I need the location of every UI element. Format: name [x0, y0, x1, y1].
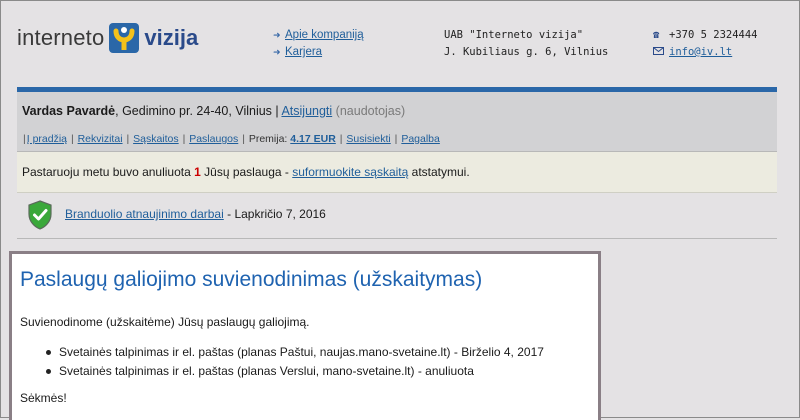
user-address: , Gedimino pr. 24-40, Vilnius | — [115, 104, 279, 118]
service-list: Svetainės talpinimas ir el. paštas (plan… — [46, 343, 544, 381]
contact-email: info@iv.lt — [653, 44, 758, 61]
menu-services[interactable]: Paslaugos — [189, 133, 238, 145]
message-intro: Suvienodinome (užskaitėme) Jūsų paslaugų… — [20, 315, 310, 329]
maintenance-link[interactable]: Branduolio atnaujinimo darbai — [65, 207, 224, 221]
message-box: Paslaugų galiojimo suvienodinimas (užska… — [9, 251, 601, 420]
arrow-right-icon: ➜ — [273, 30, 281, 40]
envelope-icon — [653, 44, 669, 61]
menu-contact[interactable]: Susisiekti — [346, 133, 390, 145]
list-item: Svetainės talpinimas ir el. paštas (plan… — [46, 362, 544, 381]
premium-value[interactable]: 4.17 EUR — [290, 133, 336, 145]
user-info: Vardas Pavardė, Gedimino pr. 24-40, Viln… — [22, 104, 405, 118]
menu-details[interactable]: Rekvizitai — [78, 133, 123, 145]
user-panel: Vardas Pavardė, Gedimino pr. 24-40, Viln… — [17, 92, 777, 152]
maintenance-date: - Lapkričio 7, 2016 — [227, 207, 326, 221]
maintenance-text: Branduolio atnaujinimo darbai - Lapkriči… — [65, 207, 326, 221]
contact-phone: ☎ +370 5 2324444 — [653, 27, 758, 44]
menu-home[interactable]: Į pradžią — [27, 133, 67, 145]
phone-icon: ☎ — [653, 29, 660, 41]
about-link[interactable]: Apie kompaniją — [285, 27, 364, 44]
phone-number: +370 5 2324444 — [669, 29, 758, 41]
menu-invoices[interactable]: Sąskaitos — [133, 133, 179, 145]
premium-label: Premija: — [248, 133, 288, 145]
maintenance-notice: Branduolio atnaujinimo darbai - Lapkriči… — [17, 193, 777, 239]
company-name: UAB "Interneto vizija" — [444, 29, 584, 41]
account-menu: |Į pradžią | Rekvizitai | Sąskaitos | Pa… — [23, 133, 440, 145]
menu-help[interactable]: Pagalba — [401, 133, 440, 145]
header-nav: ➜ Apie kompaniją ➜ Karjera — [273, 27, 364, 61]
user-role: (naudotojas) — [335, 104, 406, 118]
careers-link[interactable]: Karjera — [285, 44, 322, 61]
nav-item-careers: ➜ Karjera — [273, 44, 364, 61]
shield-check-icon — [27, 200, 53, 230]
create-invoice-link[interactable]: suformuokite sąskaitą — [292, 165, 408, 179]
logout-link[interactable]: Atsijungti — [281, 104, 332, 118]
user-name: Vardas Pavardė — [22, 104, 116, 118]
logo-mark-icon — [109, 23, 140, 53]
cancellation-notice: Pastaruoju metu buvo anuliuota 1 Jūsų pa… — [17, 152, 777, 193]
logo-text-right: vizija — [144, 25, 199, 50]
message-closing: Sėkmės! — [20, 391, 67, 405]
list-item: Svetainės talpinimas ir el. paštas (plan… — [46, 343, 544, 362]
arrow-right-icon: ➜ — [273, 47, 281, 57]
notice-text: Pastaruoju metu buvo anuliuota 1 Jūsų pa… — [22, 165, 470, 179]
contact-info: ☎ +370 5 2324444 info@iv.lt — [653, 27, 758, 61]
company-info: UAB "Interneto vizija" J. Kubiliaus g. 6… — [444, 27, 608, 61]
email-link[interactable]: info@iv.lt — [669, 44, 732, 61]
nav-item-about: ➜ Apie kompaniją — [273, 27, 364, 44]
message-title: Paslaugų galiojimo suvienodinimas (užska… — [20, 268, 483, 291]
company-address: J. Kubiliaus g. 6, Vilnius — [444, 46, 609, 58]
cancelled-count: 1 — [194, 165, 201, 179]
company-logo[interactable]: interneto vizija — [17, 19, 198, 57]
logo-text-left: interneto — [17, 25, 105, 50]
